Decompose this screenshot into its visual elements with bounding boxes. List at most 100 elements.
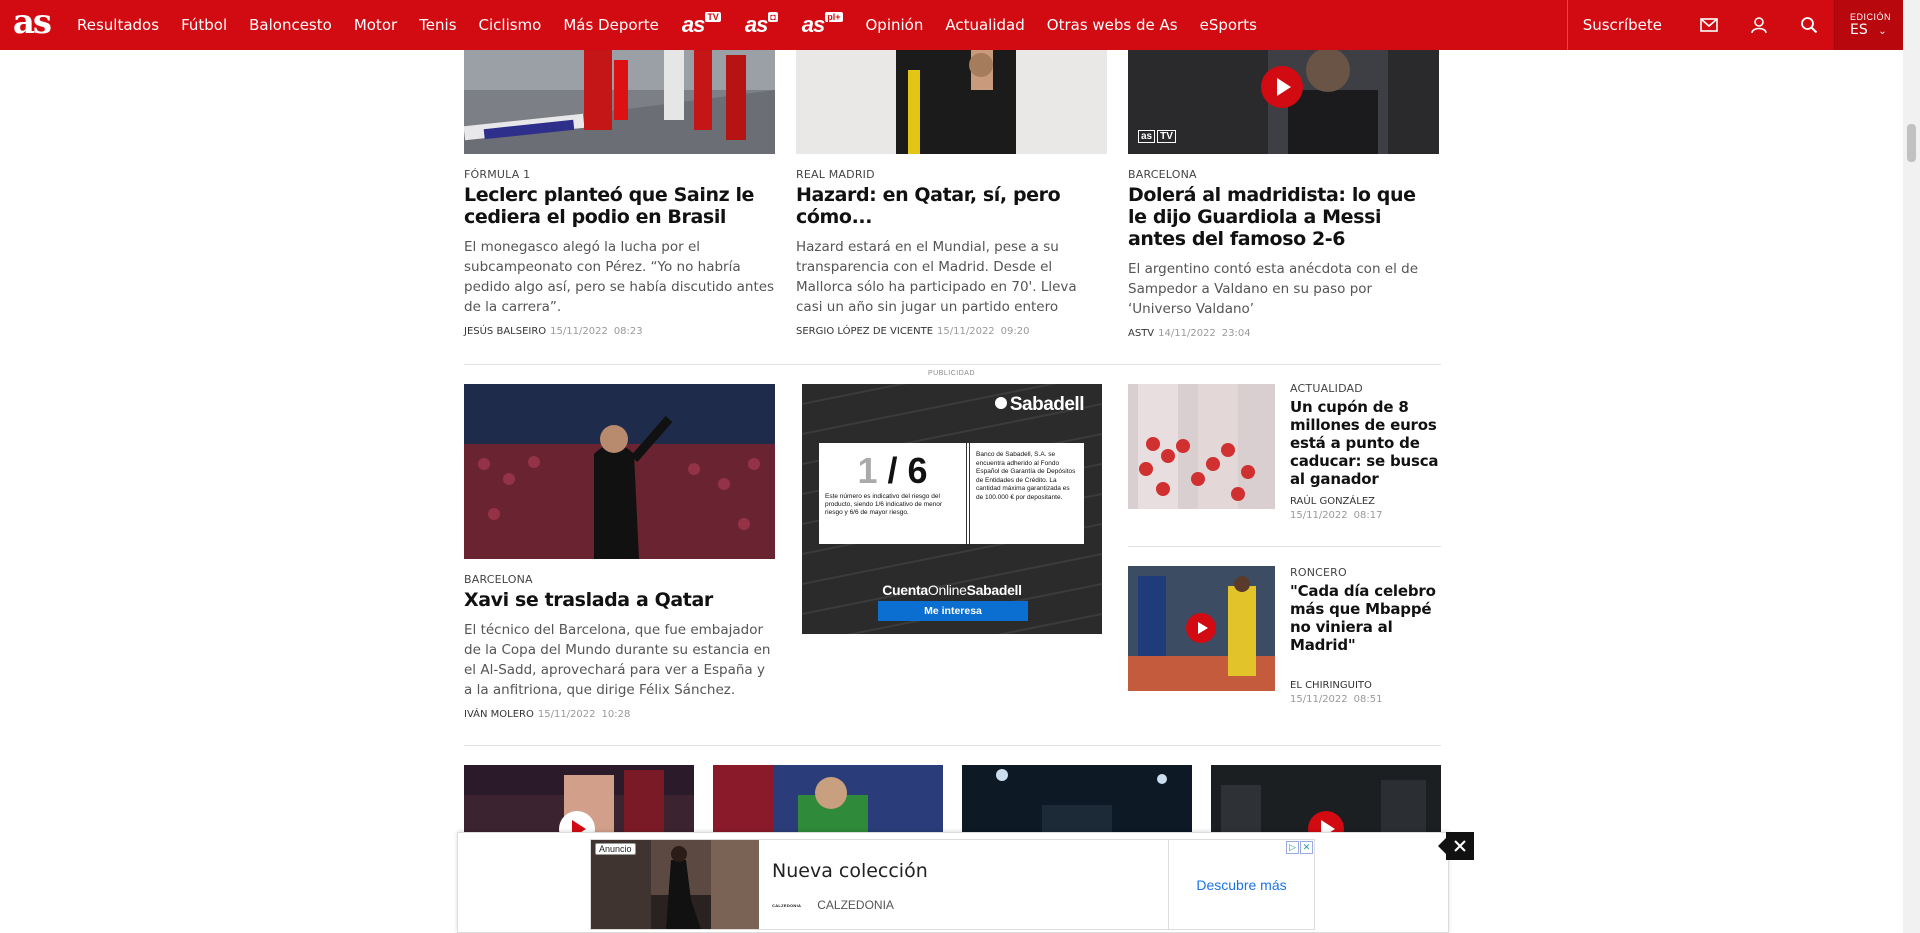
article-section[interactable]: BARCELONA [464,573,775,586]
nav-motor[interactable]: Motor [354,16,397,34]
nav-as-foto-logo[interactable]: as ◘ [744,11,778,38]
ad-cta-button[interactable]: Me interesa [878,601,1028,621]
article-author[interactable]: IVÁN MOLERO [464,709,534,720]
sabadell-ad[interactable]: Sabadell 1 / 6 Este número es indicativo… [802,384,1102,634]
article-headline[interactable]: Xavi se traslada a Qatar [464,589,775,611]
article-date: 14/11/2022 [1158,328,1216,339]
nav-as-tv-logo[interactable]: as TV [682,11,721,38]
article-author[interactable]: RAÚL GONZÁLEZ [1290,496,1375,507]
mail-icon[interactable] [1684,0,1734,50]
article-section[interactable]: RONCERO [1290,566,1440,579]
ad-badge: Anuncio [595,843,636,855]
play-icon[interactable] [1261,66,1303,108]
edition-value: ES ⌄ [1850,22,1887,38]
ad-risk-panel: 1 / 6 Este número es indicativo del ries… [819,443,1084,544]
nav-as-plus-logo[interactable]: as pl+ [802,11,843,38]
article-video-guardiola[interactable]: as TV [1128,50,1439,154]
nav-esports[interactable]: eSports [1200,16,1257,34]
article-date: 15/11/2022 [537,709,596,720]
lottery-balls-photo [1128,384,1275,509]
as-foto-wordmark: as [744,12,769,37]
article-datetime: 15/11/2022 08:51 [1290,694,1383,705]
article-card-guardiola: BARCELONA Dolerá al madridista: lo que l… [1128,168,1439,339]
ad-brand: CALZEDONIA CALZEDONIA [772,898,894,912]
as-logo[interactable]: as [0,0,52,50]
article-image-hazard[interactable] [796,50,1107,154]
article-video-roncero[interactable] [1128,566,1275,691]
scrollbar-thumb[interactable] [1907,124,1916,162]
as-tv-badge: TV [705,11,721,22]
edition-selector[interactable]: EDICIÓN ES ⌄ [1834,0,1903,50]
article-card-hazard: REAL MADRID Hazard: en Qatar, sí, pero c… [796,168,1107,337]
article-headline[interactable]: Leclerc planteó que Sainz le cediera el … [464,184,775,228]
f1-pit-photo [464,50,775,154]
search-icon[interactable] [1784,0,1834,50]
calzedonia-ad[interactable]: Anuncio Nueva colección CALZEDONIA CALZE… [590,839,1315,930]
article-image-leclerc[interactable] [464,50,775,154]
nav-tenis[interactable]: Tenis [419,16,456,34]
article-headline[interactable]: "Cada día celebro más que Mbappé no vini… [1290,582,1440,654]
article-headline[interactable]: Hazard: en Qatar, sí, pero cómo... [796,184,1107,228]
article-section[interactable]: BARCELONA [1128,168,1439,181]
article-section[interactable]: ACTUALIDAD [1290,382,1440,395]
nav-mas-deporte[interactable]: Más Deporte [563,16,658,34]
stadium-photo [962,765,1192,835]
article-author[interactable]: EL CHIRINGUITO [1290,680,1372,691]
user-icon[interactable] [1734,0,1784,50]
header-actions: Suscríbete EDICIÓN ES ⌄ [1566,0,1903,50]
side-divider [1128,546,1441,547]
nav-actualidad[interactable]: Actualidad [945,16,1024,34]
nav-opinion[interactable]: Opinión [866,16,924,34]
camera-icon: ◘ [768,11,778,22]
subscribe-button[interactable]: Suscríbete [1566,0,1684,50]
nav-ciclismo[interactable]: Ciclismo [479,16,542,34]
goalkeeper-photo [713,765,943,835]
adchoices-icon[interactable]: ▷ [1286,841,1299,854]
article-meta: IVÁN MOLERO 15/11/2022 10:28 [464,709,775,720]
section-divider [464,364,1441,365]
article-section[interactable]: REAL MADRID [796,168,1107,181]
legal-text: Banco de Sabadell, S.A. se encuentra adh… [969,443,1084,544]
nav-futbol[interactable]: Fútbol [181,16,227,34]
play-icon[interactable] [1186,613,1216,643]
article-meta: EL CHIRINGUITO 15/11/2022 08:51 [1290,680,1440,705]
article-image-cupon[interactable] [1128,384,1275,509]
article-headline[interactable]: Un cupón de 8 millones de euros está a p… [1290,398,1440,488]
article-author[interactable]: SERGIO LÓPEZ DE VICENTE [796,326,933,337]
nav-baloncesto[interactable]: Baloncesto [249,16,332,34]
article-video-basket[interactable] [464,765,694,835]
article-summary: El técnico del Barcelona, que fue embaja… [464,622,771,698]
section-divider [464,745,1441,746]
nav-otras-webs[interactable]: Otras webs de As [1047,16,1178,34]
article-time: 10:28 [601,709,631,720]
article-author[interactable]: ASTV [1128,328,1154,339]
article-image-xavi[interactable] [464,384,775,559]
article-image-stadium[interactable] [962,765,1192,835]
main-nav: Resultados Fútbol Baloncesto Motor Tenis… [66,0,1268,50]
ad-image: Anuncio [591,840,759,929]
article-datetime: 15/11/2022 08:17 [1290,510,1383,521]
chevron-down-icon: ⌄ [1878,26,1887,37]
article-summary: Hazard estará en el Mundial, pese a su t… [796,239,1077,315]
ad-close-icon[interactable]: ✕ [1300,841,1313,854]
close-sticky-ad-button[interactable] [1438,832,1474,860]
top-navigation-bar: as Resultados Fútbol Baloncesto Motor Te… [0,0,1903,50]
close-icon [1454,840,1466,852]
article-card-cupon: ACTUALIDAD Un cupón de 8 millones de eur… [1290,382,1440,521]
xavi-stadium-photo [464,384,775,559]
article-summary: El monegasco alegó la lucha por el subca… [464,239,775,315]
article-card-roncero: RONCERO "Cada día celebro más que Mbappé… [1290,566,1440,705]
advertising-label: PUBLICIDAD [928,370,976,377]
edition-label: EDICIÓN [1850,12,1892,22]
article-video-interview[interactable] [1211,765,1441,835]
page-scrollbar[interactable] [1903,0,1920,933]
article-section[interactable]: FÓRMULA 1 [464,168,775,181]
article-author[interactable]: JESÚS BALSEIRO [464,326,546,337]
risk-indicator: 1 / 6 Este número es indicativo del ries… [819,443,967,544]
nav-resultados[interactable]: Resultados [77,16,159,34]
ad-brand-logo: CALZEDONIA [772,902,802,908]
ad-title[interactable]: Nueva colección [772,860,928,882]
article-headline[interactable]: Dolerá al madridista: lo que le dijo Gua… [1128,184,1439,250]
sticky-bottom-ad: Anuncio Nueva colección CALZEDONIA CALZE… [457,832,1449,933]
article-image-goalkeeper[interactable] [713,765,943,835]
